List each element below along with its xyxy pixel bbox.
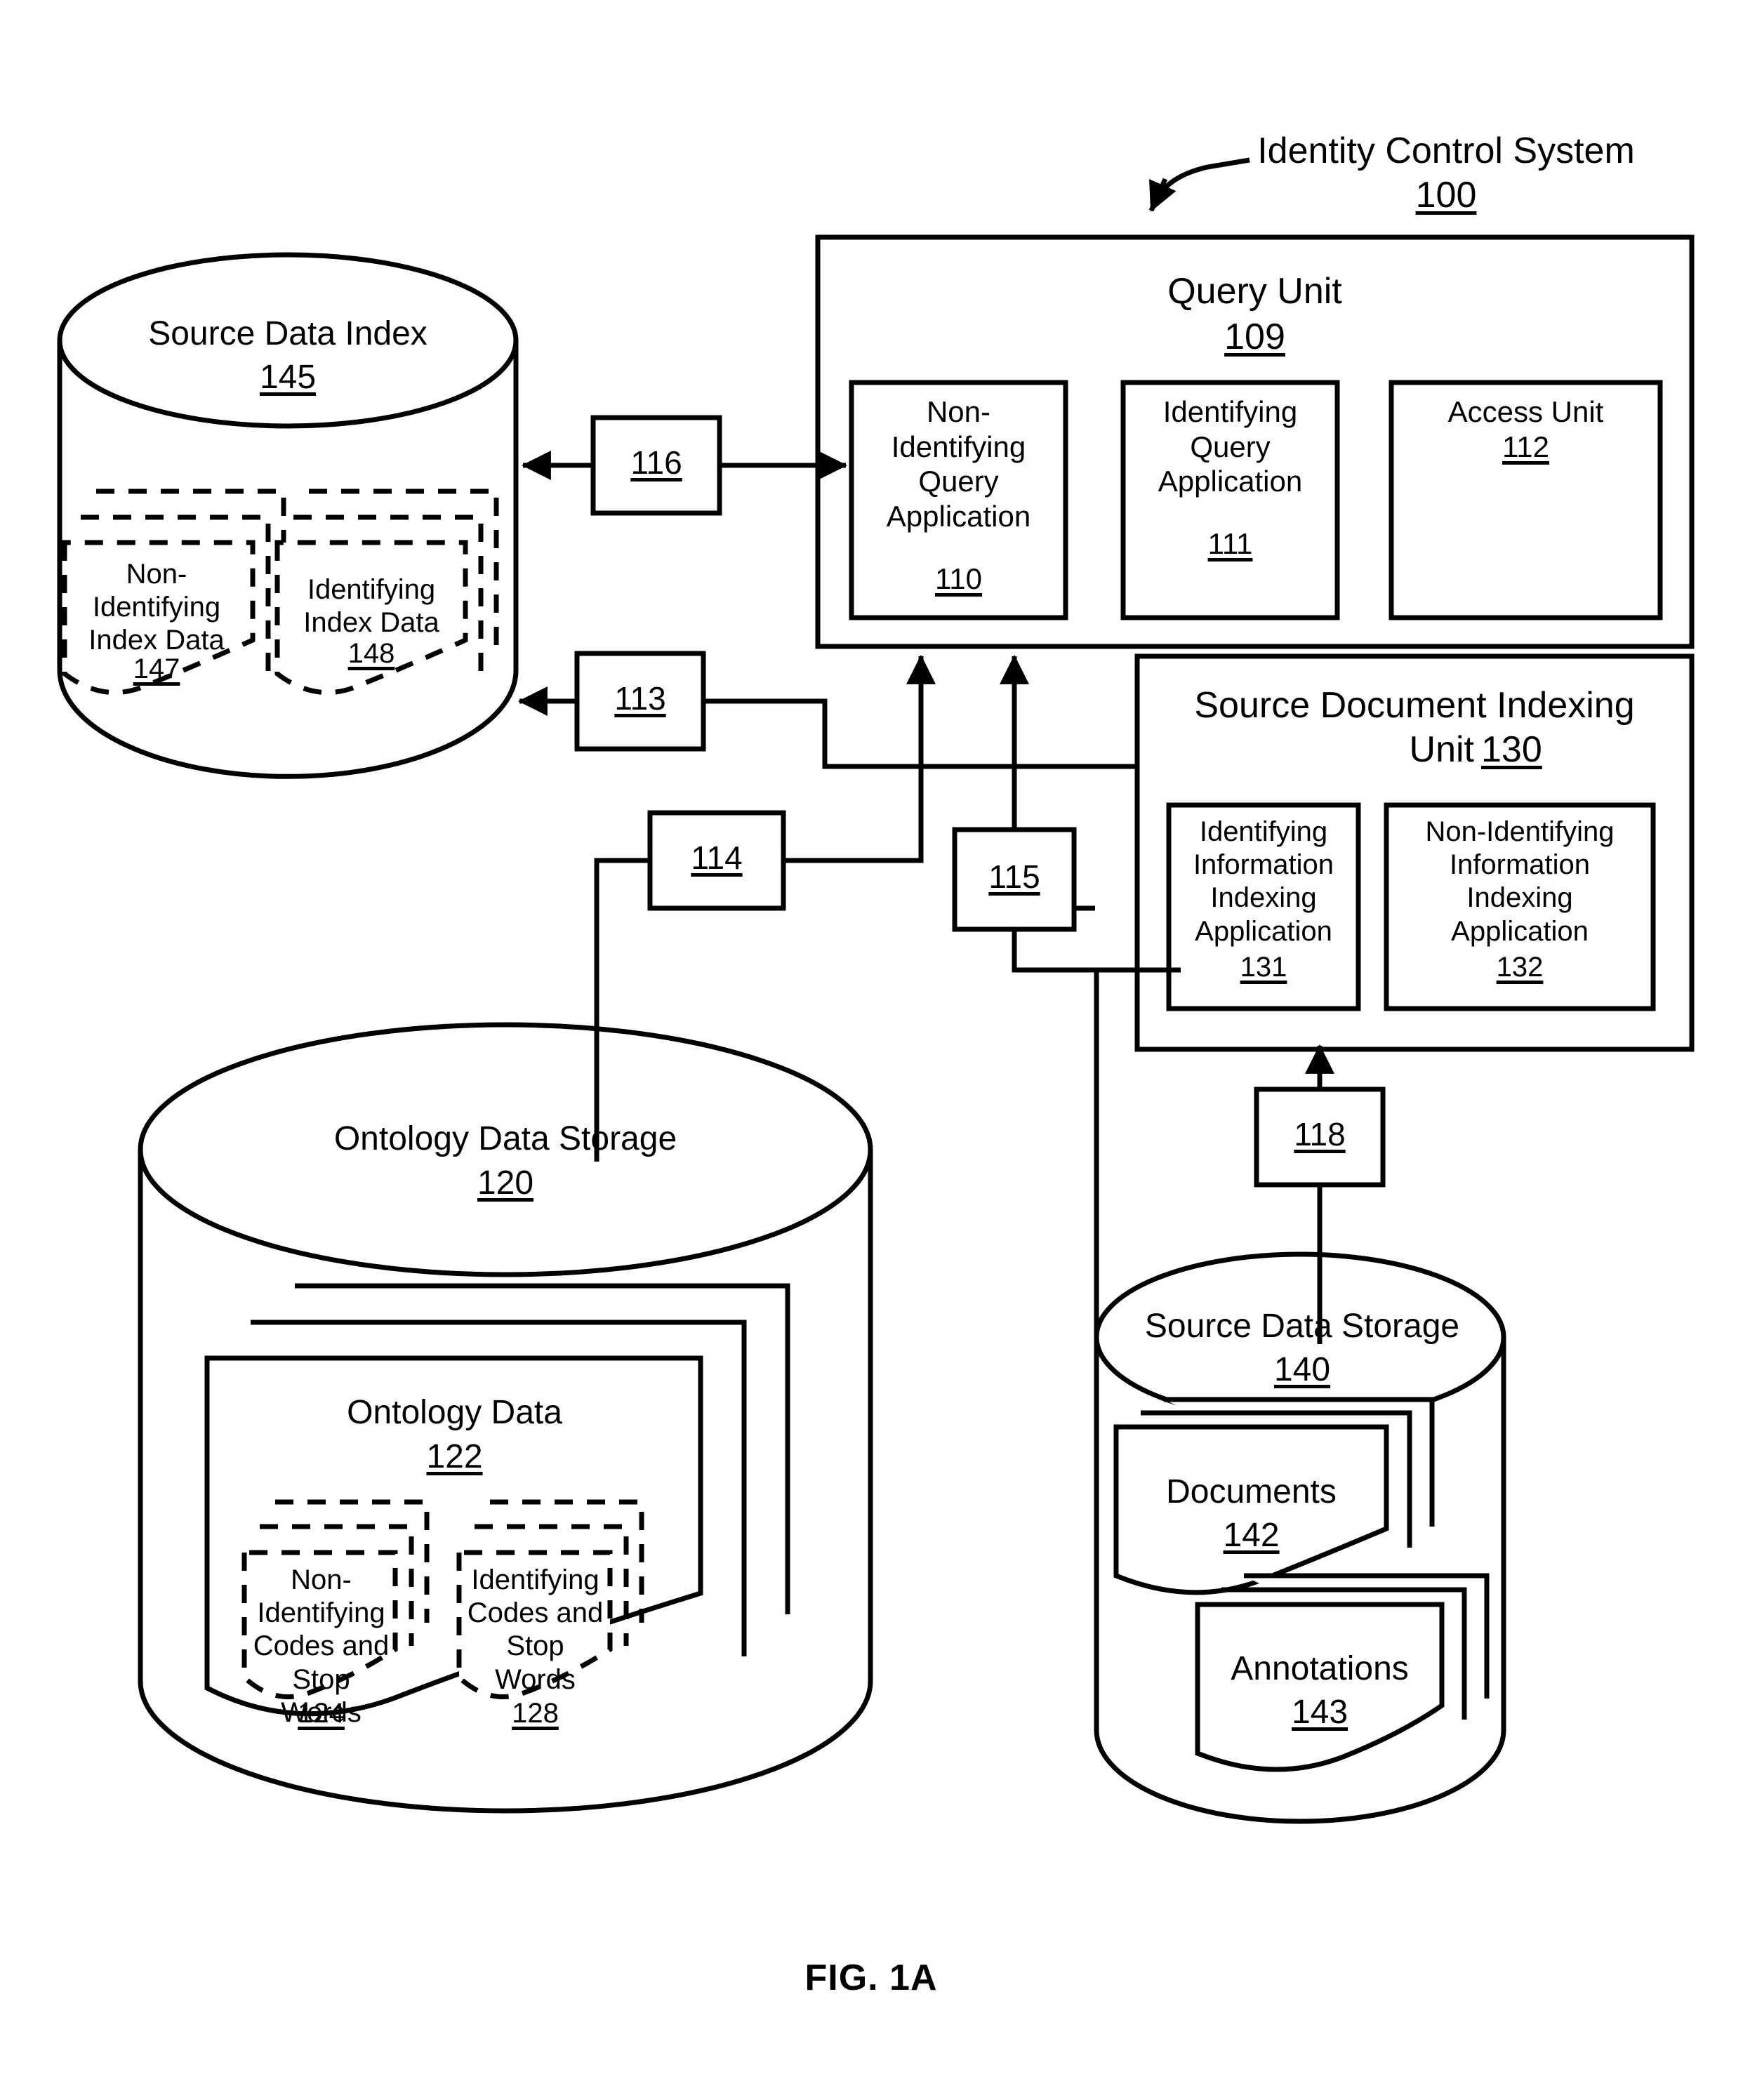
annotations-title: Annotations: [1231, 1650, 1409, 1687]
source-document-indexing-unit-title-line2: Unit: [1409, 729, 1474, 770]
ontology-data-title: Ontology Data: [347, 1394, 562, 1431]
wire-114-right: [783, 719, 924, 863]
source-document-indexing-unit-ref: 130: [1481, 729, 1542, 770]
query-unit-title: Query Unit: [1167, 271, 1342, 312]
identifying-query-application-title[interactable]: Identifying Query Application: [1123, 394, 1337, 499]
identifying-information-indexing-application-title[interactable]: Identifying Information Indexing Applica…: [1169, 816, 1358, 948]
identifying-index-data-title: Identifying Index Data: [303, 574, 439, 639]
connector-115-ref: 115: [988, 858, 1040, 895]
source-data-storage-title: Source Data Storage: [1144, 1308, 1460, 1345]
access-unit-title[interactable]: Access Unit: [1391, 394, 1660, 430]
access-unit-ref: 112: [1502, 430, 1549, 463]
identifying-codes-and-stop-words-ref: 128: [512, 1698, 559, 1729]
non-identifying-information-indexing-application-ref: 132: [1496, 952, 1544, 983]
patent-figure-1a: Identity Control System 100 Query Unit 1…: [0, 0, 1743, 2100]
identity-control-system-label: Identity Control System: [1257, 131, 1635, 171]
source-data-index-title: Source Data Index: [148, 315, 428, 352]
wire-115-down-to-sds: [1012, 929, 1099, 1348]
ontology-data-ref: 122: [426, 1438, 483, 1475]
identifying-query-application-ref: 111: [1207, 527, 1253, 560]
connector-116-ref: 116: [630, 444, 682, 481]
source-data-index-ref: 145: [259, 359, 317, 396]
source-document-indexing-unit-title-line1: Source Document Indexing: [1194, 685, 1635, 726]
identity-control-system-ref: 100: [1415, 175, 1477, 215]
documents-title: Documents: [1166, 1473, 1337, 1510]
annotations-ref: 143: [1291, 1694, 1348, 1731]
identifying-codes-and-stop-words-title: Identifying Codes and Stop Words: [467, 1564, 604, 1695]
non-identifying-query-application-ref: 110: [935, 562, 982, 595]
source-data-storage-ref: 140: [1273, 1351, 1331, 1388]
connector-118-ref: 118: [1294, 1116, 1346, 1152]
ontology-data-storage-title: Ontology Data Storage: [333, 1120, 677, 1157]
non-identifying-information-indexing-application-title[interactable]: Non-Identifying Information Indexing App…: [1386, 816, 1653, 948]
figure-caption: FIG. 1A: [804, 1958, 938, 1998]
identifying-index-data-ref: 148: [347, 638, 395, 669]
identifying-information-indexing-application-ref: 131: [1240, 952, 1287, 983]
documents-ref: 142: [1223, 1517, 1280, 1554]
non-identifying-index-data-ref: 147: [133, 653, 180, 684]
non-identifying-codes-and-stop-words-ref: 124: [298, 1698, 345, 1729]
query-unit-ref: 109: [1224, 317, 1285, 357]
non-identifying-index-data-title: Non- Identifying Index Data: [88, 559, 225, 656]
non-identifying-query-application-title[interactable]: Non- Identifying Query Application: [851, 394, 1066, 533]
connector-114-ref: 114: [691, 839, 743, 876]
system-pointer-arrow: [1148, 178, 1177, 212]
connector-113-ref: 113: [614, 680, 666, 717]
ontology-data-storage-ref: 120: [477, 1164, 534, 1202]
